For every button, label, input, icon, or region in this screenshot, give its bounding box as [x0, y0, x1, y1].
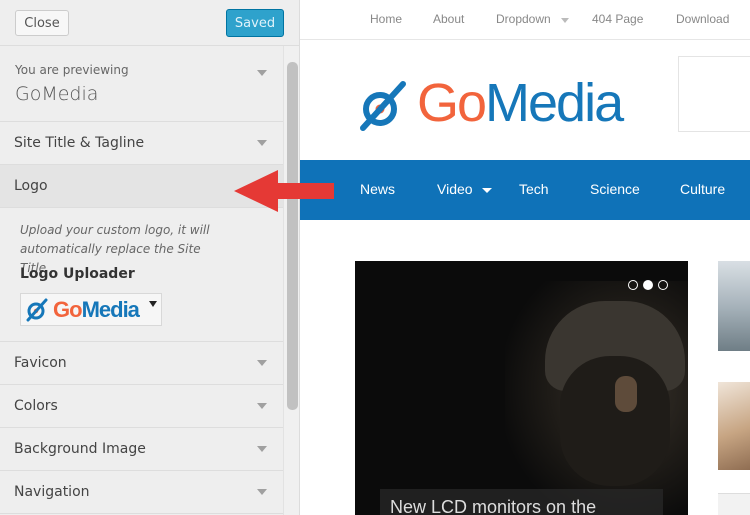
hero-image-face	[560, 356, 670, 486]
section-site-title[interactable]: Site Title & Tagline	[0, 122, 283, 165]
site-logo-text: GoMedia	[417, 73, 624, 133]
header-ad-box	[678, 56, 750, 132]
section-background-image[interactable]: Background Image	[0, 428, 283, 471]
theme-name: GoMedia	[15, 83, 99, 105]
article-thumbnail[interactable]	[718, 382, 750, 470]
hero-title[interactable]: New LCD monitors on the	[390, 497, 596, 515]
logo-thumb-text: GoMedia	[53, 297, 140, 322]
chevron-down-icon	[257, 70, 267, 76]
section-title: Colors	[14, 398, 58, 414]
nav-video[interactable]: Video	[437, 181, 473, 197]
topnav-home[interactable]: Home	[370, 12, 402, 26]
chevron-down-icon	[257, 140, 267, 146]
article-thumbnail[interactable]	[718, 493, 750, 515]
slider-dots	[628, 280, 668, 290]
chevron-down-icon	[482, 188, 492, 193]
slider-dot[interactable]	[628, 280, 638, 290]
chevron-down-icon	[257, 489, 267, 495]
arrow-left-icon	[234, 170, 334, 212]
section-navigation[interactable]: Navigation	[0, 471, 283, 514]
saved-button[interactable]: Saved	[226, 9, 284, 37]
target-logo-icon	[360, 81, 406, 131]
section-favicon[interactable]: Favicon	[0, 342, 283, 385]
slider-dot[interactable]	[658, 280, 668, 290]
site-preview: Home About Dropdown 404 Page Download Go…	[300, 0, 750, 515]
slider-dot-active[interactable]	[643, 280, 653, 290]
previewing-label: You are previewing	[15, 63, 129, 77]
hero-image-ear	[615, 376, 637, 412]
section-colors[interactable]: Colors	[0, 385, 283, 428]
close-button[interactable]: Close	[15, 10, 69, 36]
sidebar-header: Close Saved	[0, 0, 299, 46]
nav-culture[interactable]: Culture	[680, 181, 725, 197]
sidebar-sections: You are previewing GoMedia Site Title & …	[0, 46, 283, 515]
nav-tech[interactable]: Tech	[519, 181, 549, 197]
chevron-down-icon	[257, 403, 267, 409]
top-navigation: Home About Dropdown 404 Page Download	[300, 0, 750, 40]
customizer-sidebar: Close Saved You are previewing GoMedia S…	[0, 0, 300, 515]
topnav-about[interactable]: About	[433, 12, 464, 26]
topnav-dropdown[interactable]: Dropdown	[496, 12, 551, 26]
chevron-down-icon	[149, 301, 157, 307]
section-title: Logo	[14, 178, 48, 194]
section-title: Site Title & Tagline	[14, 135, 145, 151]
main-navigation: News Video Tech Science Culture	[300, 160, 750, 220]
section-title: Favicon	[14, 355, 67, 371]
chevron-down-icon	[257, 446, 267, 452]
nav-news[interactable]: News	[360, 181, 395, 197]
scrollbar-thumb[interactable]	[287, 62, 298, 410]
site-logo[interactable]: GoMedia	[355, 70, 624, 140]
logo-panel: Upload your custom logo, it will automat…	[0, 208, 283, 342]
logo-uploader-select[interactable]: GoMedia	[20, 293, 162, 326]
theme-preview-info[interactable]: You are previewing GoMedia	[0, 46, 283, 122]
article-thumbnail[interactable]	[718, 261, 750, 351]
section-title: Navigation	[14, 484, 90, 500]
chevron-down-icon	[257, 360, 267, 366]
sidebar-scrollbar[interactable]	[283, 46, 299, 515]
topnav-download[interactable]: Download	[676, 12, 729, 26]
nav-science[interactable]: Science	[590, 181, 640, 197]
target-logo-icon	[26, 298, 48, 322]
featured-slider[interactable]: New LCD monitors on the	[355, 261, 688, 515]
section-title: Background Image	[14, 441, 146, 457]
topnav-404[interactable]: 404 Page	[592, 12, 643, 26]
chevron-down-icon	[561, 18, 569, 23]
customizer-window: Close Saved You are previewing GoMedia S…	[0, 0, 750, 515]
logo-uploader-label: Logo Uploader	[20, 266, 135, 282]
